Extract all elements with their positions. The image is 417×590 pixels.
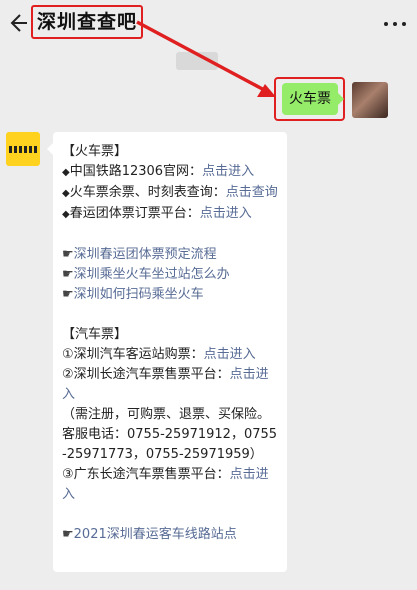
list-item-label: ③广东长途汽车票售票平台： (62, 467, 230, 482)
list-item-label: 春运团体票订票平台： (69, 206, 200, 221)
bullet-icon: ◆ (62, 188, 70, 199)
link-bus-station[interactable]: 点击进入 (204, 347, 256, 362)
list-item-label: ②深圳长途汽车票售票平台： (62, 367, 230, 382)
link-scan-code-train[interactable]: 深圳如何扫码乘坐火车 (74, 287, 204, 302)
pointing-hand-icon: ☛ (62, 527, 74, 542)
list-item: ◆火车票余票、时刻表查询：点击查询 (62, 183, 278, 204)
bot-avatar[interactable] (6, 132, 40, 166)
pointing-hand-icon: ☛ (62, 247, 74, 262)
more-dots-icon[interactable] (383, 20, 407, 28)
list-item: ③广东长途汽车票售票平台：点击进入 (62, 465, 278, 505)
bus-note: （需注册，可购票、退票、买保险。客服电话：0755-25971912，0755-… (62, 407, 278, 462)
link-missed-stop[interactable]: 深圳乘坐火车坐过站怎么办 (74, 267, 230, 282)
reply-message-bubble: 【火车票】 ◆中国铁路12306官网：点击进入 ◆火车票余票、时刻表查询：点击查… (53, 132, 287, 572)
train-heading: 【火车票】 (62, 144, 128, 159)
list-item: ①深圳汽车客运站购票：点击进入 (62, 345, 278, 365)
list-item: ◆春运团体票订票平台：点击进入 (62, 204, 278, 225)
link-spring-festival-routes[interactable]: 2021深圳春运客车线路站点 (74, 527, 237, 542)
user-avatar[interactable] (352, 82, 388, 118)
chat-header: 深圳查查吧 (0, 0, 417, 46)
list-item-label: 中国铁路12306官网： (69, 164, 203, 179)
list-item: ☛2021深圳春运客车线路站点 (62, 525, 278, 545)
back-arrow-icon[interactable] (8, 12, 28, 34)
list-item: ☛深圳春运团体票预定流程 (62, 245, 278, 265)
list-item-label: 火车票余票、时刻表查询： (69, 185, 226, 200)
chat-title: 深圳查查吧 (31, 5, 144, 39)
pointing-hand-icon: ☛ (62, 287, 74, 302)
list-item: ◆中国铁路12306官网：点击进入 (62, 162, 278, 183)
timestamp-label (176, 52, 218, 70)
bullet-icon: ◆ (62, 209, 70, 220)
list-item: ☛深圳乘坐火车坐过站怎么办 (62, 265, 278, 285)
bus-heading: 【汽车票】 (62, 327, 128, 342)
list-item-label: ①深圳汽车客运站购票： (62, 347, 204, 362)
sent-message-bubble[interactable]: 火车票 (282, 83, 338, 115)
link-group-booking-process[interactable]: 深圳春运团体票预定流程 (74, 247, 217, 262)
sent-bubble-tail (338, 93, 344, 105)
link-12306[interactable]: 点击进入 (202, 164, 254, 179)
link-timetable[interactable]: 点击查询 (226, 185, 278, 200)
link-group-ticket[interactable]: 点击进入 (200, 206, 252, 221)
list-item: ②深圳长途汽车票售票平台：点击进入 (62, 365, 278, 405)
bot-avatar-logo (9, 146, 37, 153)
bullet-icon: ◆ (62, 167, 70, 178)
pointing-hand-icon: ☛ (62, 267, 74, 282)
list-item: ☛深圳如何扫码乘坐火车 (62, 285, 278, 305)
